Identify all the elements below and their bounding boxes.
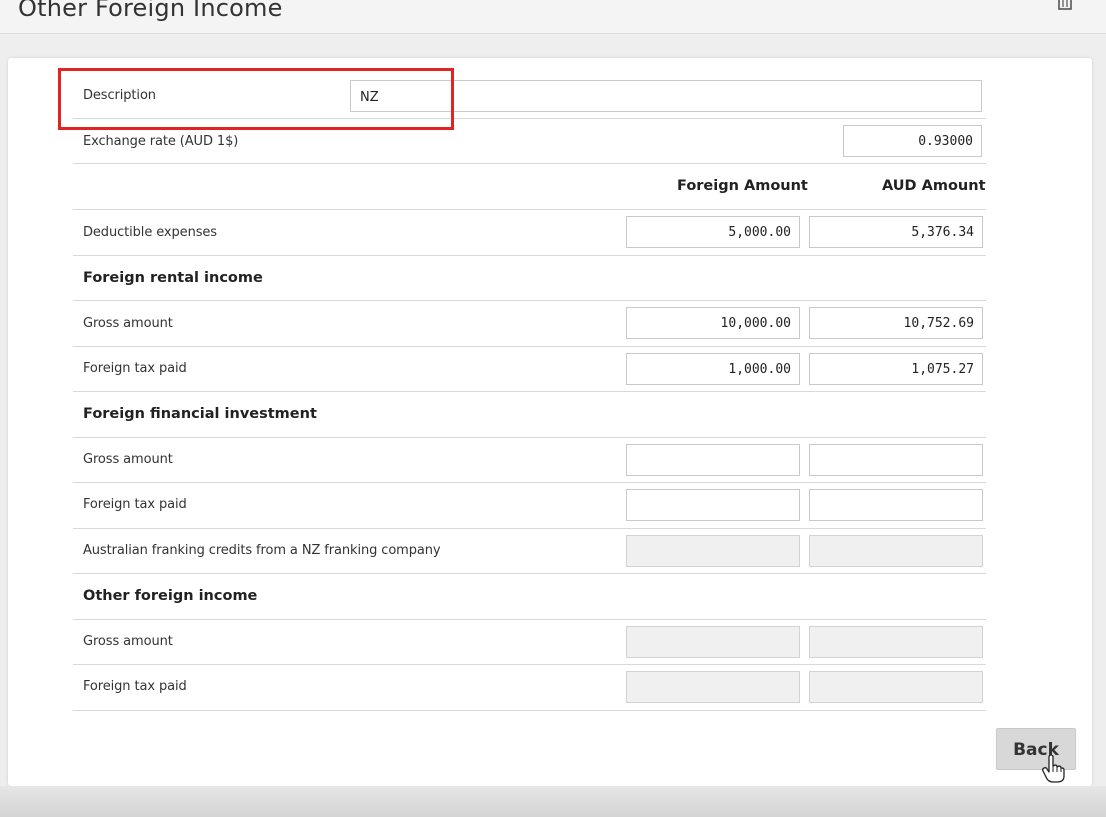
- foreign-amount-header: Foreign Amount: [677, 178, 808, 194]
- financial-gross-foreign-input[interactable]: [626, 444, 800, 476]
- other-gross-row: Gross amount: [73, 620, 986, 665]
- rental-gross-aud-input[interactable]: 10,752.69: [809, 307, 983, 339]
- other-tax-label: Foreign tax paid: [83, 679, 187, 694]
- rental-gross-label: Gross amount: [83, 316, 173, 331]
- rental-gross-row: Gross amount 10,000.00 10,752.69: [73, 301, 986, 347]
- other-section-header: Other foreign income: [73, 574, 986, 620]
- other-section-title: Other foreign income: [83, 588, 258, 604]
- other-tax-row: Foreign tax paid: [73, 665, 986, 711]
- financial-tax-row: Foreign tax paid: [73, 483, 986, 529]
- franking-row: Australian franking credits from a NZ fr…: [73, 529, 986, 574]
- rental-tax-foreign-input[interactable]: 1,000.00: [626, 353, 800, 385]
- other-gross-aud-input: [809, 626, 983, 658]
- rental-tax-aud-input[interactable]: 1,075.27: [809, 353, 983, 385]
- other-tax-aud-input: [809, 671, 983, 703]
- title-bar: Other Foreign Income: [0, 0, 1106, 34]
- financial-section-title: Foreign financial investment: [83, 406, 317, 422]
- page-title: Other Foreign Income: [18, 0, 283, 22]
- hand-cursor-icon: [1042, 755, 1065, 783]
- financial-section-header: Foreign financial investment: [73, 392, 986, 438]
- column-header-row: Foreign Amount AUD Amount: [73, 164, 986, 210]
- rental-section-title: Foreign rental income: [83, 270, 263, 286]
- other-gross-label: Gross amount: [83, 634, 173, 649]
- deductible-foreign-input[interactable]: 5,000.00: [626, 216, 800, 248]
- exchange-rate-input[interactable]: 0.93000: [843, 125, 982, 157]
- financial-tax-aud-input[interactable]: [809, 489, 983, 521]
- deductible-expenses-label: Deductible expenses: [83, 225, 217, 240]
- rental-section-header: Foreign rental income: [73, 256, 986, 301]
- financial-tax-label: Foreign tax paid: [83, 497, 187, 512]
- financial-gross-row: Gross amount: [73, 438, 986, 483]
- rental-tax-label: Foreign tax paid: [83, 361, 187, 376]
- franking-label: Australian franking credits from a NZ fr…: [83, 543, 441, 558]
- aud-amount-header: AUD Amount: [882, 178, 986, 194]
- deductible-expenses-row: Deductible expenses 5,000.00 5,376.34: [73, 210, 986, 256]
- rental-tax-row: Foreign tax paid 1,000.00 1,075.27: [73, 347, 986, 392]
- financial-tax-foreign-input[interactable]: [626, 489, 800, 521]
- description-highlight-box: [58, 68, 454, 130]
- bottom-shade: [0, 786, 1106, 817]
- trash-icon[interactable]: [1056, 0, 1074, 12]
- other-gross-foreign-input: [626, 626, 800, 658]
- franking-aud-input: [809, 535, 983, 567]
- financial-gross-aud-input[interactable]: [809, 444, 983, 476]
- franking-foreign-input: [626, 535, 800, 567]
- deductible-aud-input[interactable]: 5,376.34: [809, 216, 983, 248]
- financial-gross-label: Gross amount: [83, 452, 173, 467]
- other-tax-foreign-input: [626, 671, 800, 703]
- rental-gross-foreign-input[interactable]: 10,000.00: [626, 307, 800, 339]
- exchange-rate-label: Exchange rate (AUD 1$): [83, 134, 239, 149]
